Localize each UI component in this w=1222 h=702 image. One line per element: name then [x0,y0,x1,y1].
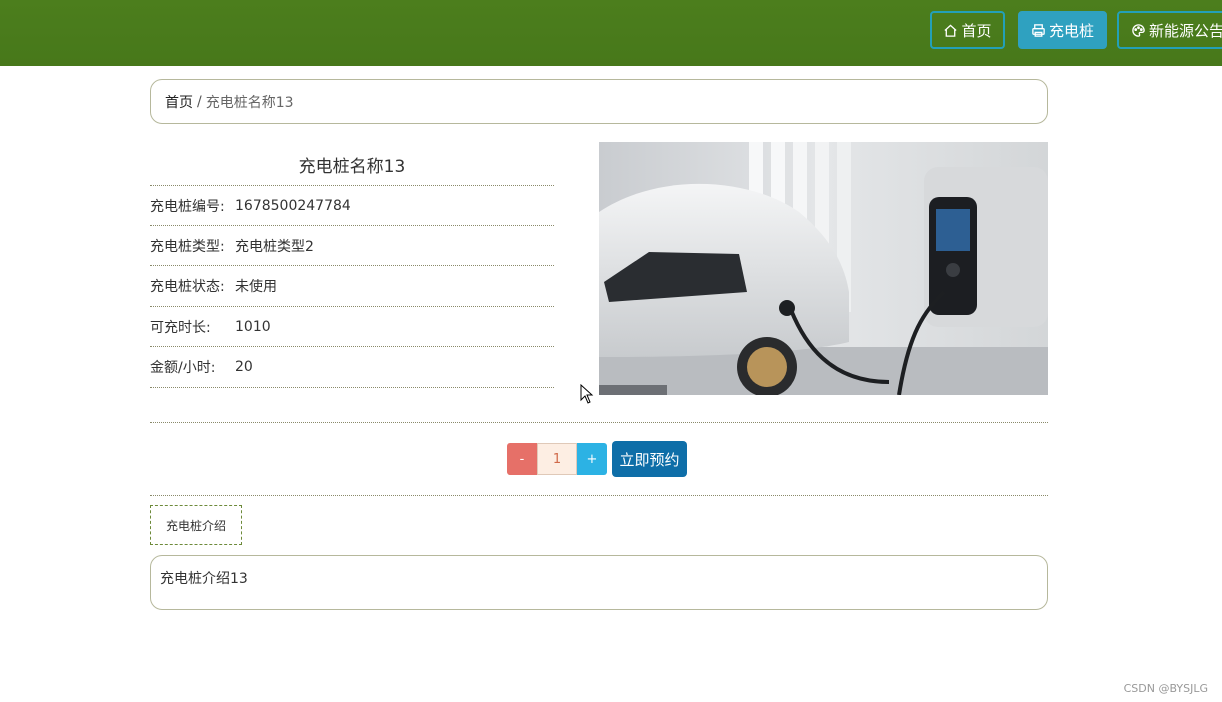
nav-charger-button[interactable]: 充电桩 [1018,11,1107,49]
divider [150,387,554,388]
breadcrumb-home-link[interactable]: 首页 [165,92,193,112]
printer-icon [1032,23,1045,37]
divider [150,422,1048,423]
breadcrumb-separator: / [197,93,202,110]
field-row-price: 金额/小时: 20 [150,347,554,387]
intro-content: 充电桩介绍13 [150,555,1048,610]
field-value: 充电桩类型2 [235,239,314,255]
nav-charger-label: 充电桩 [1048,21,1094,40]
nav-notice-button[interactable]: 新能源公告 [1117,11,1222,49]
divider [150,495,1048,496]
field-row-number: 充电桩编号: 1678500247784 [150,186,554,226]
field-value: 未使用 [235,279,277,295]
field-row-status: 充电桩状态: 未使用 [150,266,554,306]
nav-home-label: 首页 [961,21,992,40]
breadcrumb: 首页 / 充电桩名称13 [150,79,1048,124]
palette-icon [1132,23,1145,37]
nav-home-button[interactable]: 首页 [930,11,1005,49]
book-now-button[interactable]: 立即预约 [612,441,687,477]
field-label: 可充时长: [150,320,211,336]
intro-text: 充电桩介绍13 [160,571,248,587]
field-row-type: 充电桩类型: 充电桩类型2 [150,226,554,266]
breadcrumb-current: 充电桩名称13 [205,94,294,111]
charger-photo [599,142,1048,395]
mouse-cursor-icon [580,384,594,404]
quantity-minus-button[interactable]: - [507,443,537,475]
field-label: 充电桩类型: [150,239,225,255]
watermark: CSDN @BYSJLG [1123,682,1208,695]
field-value: 1010 [235,319,271,335]
field-row-duration: 可充时长: 1010 [150,307,554,347]
field-value: 1678500247784 [235,198,351,214]
field-label: 金额/小时: [150,360,216,376]
home-icon [944,23,958,37]
quantity-input[interactable] [537,443,577,475]
top-navbar: 首页 充电桩 新能源公告 [0,0,1222,66]
detail-title: 充电桩名称13 [298,157,406,177]
tab-charger-intro[interactable]: 充电桩介绍 [150,505,242,545]
field-value: 20 [235,359,253,375]
nav-notice-label: 新能源公告 [1149,21,1222,40]
field-label: 充电桩状态: [150,279,225,295]
quantity-plus-button[interactable]: + [577,443,607,475]
field-label: 充电桩编号: [150,199,225,215]
